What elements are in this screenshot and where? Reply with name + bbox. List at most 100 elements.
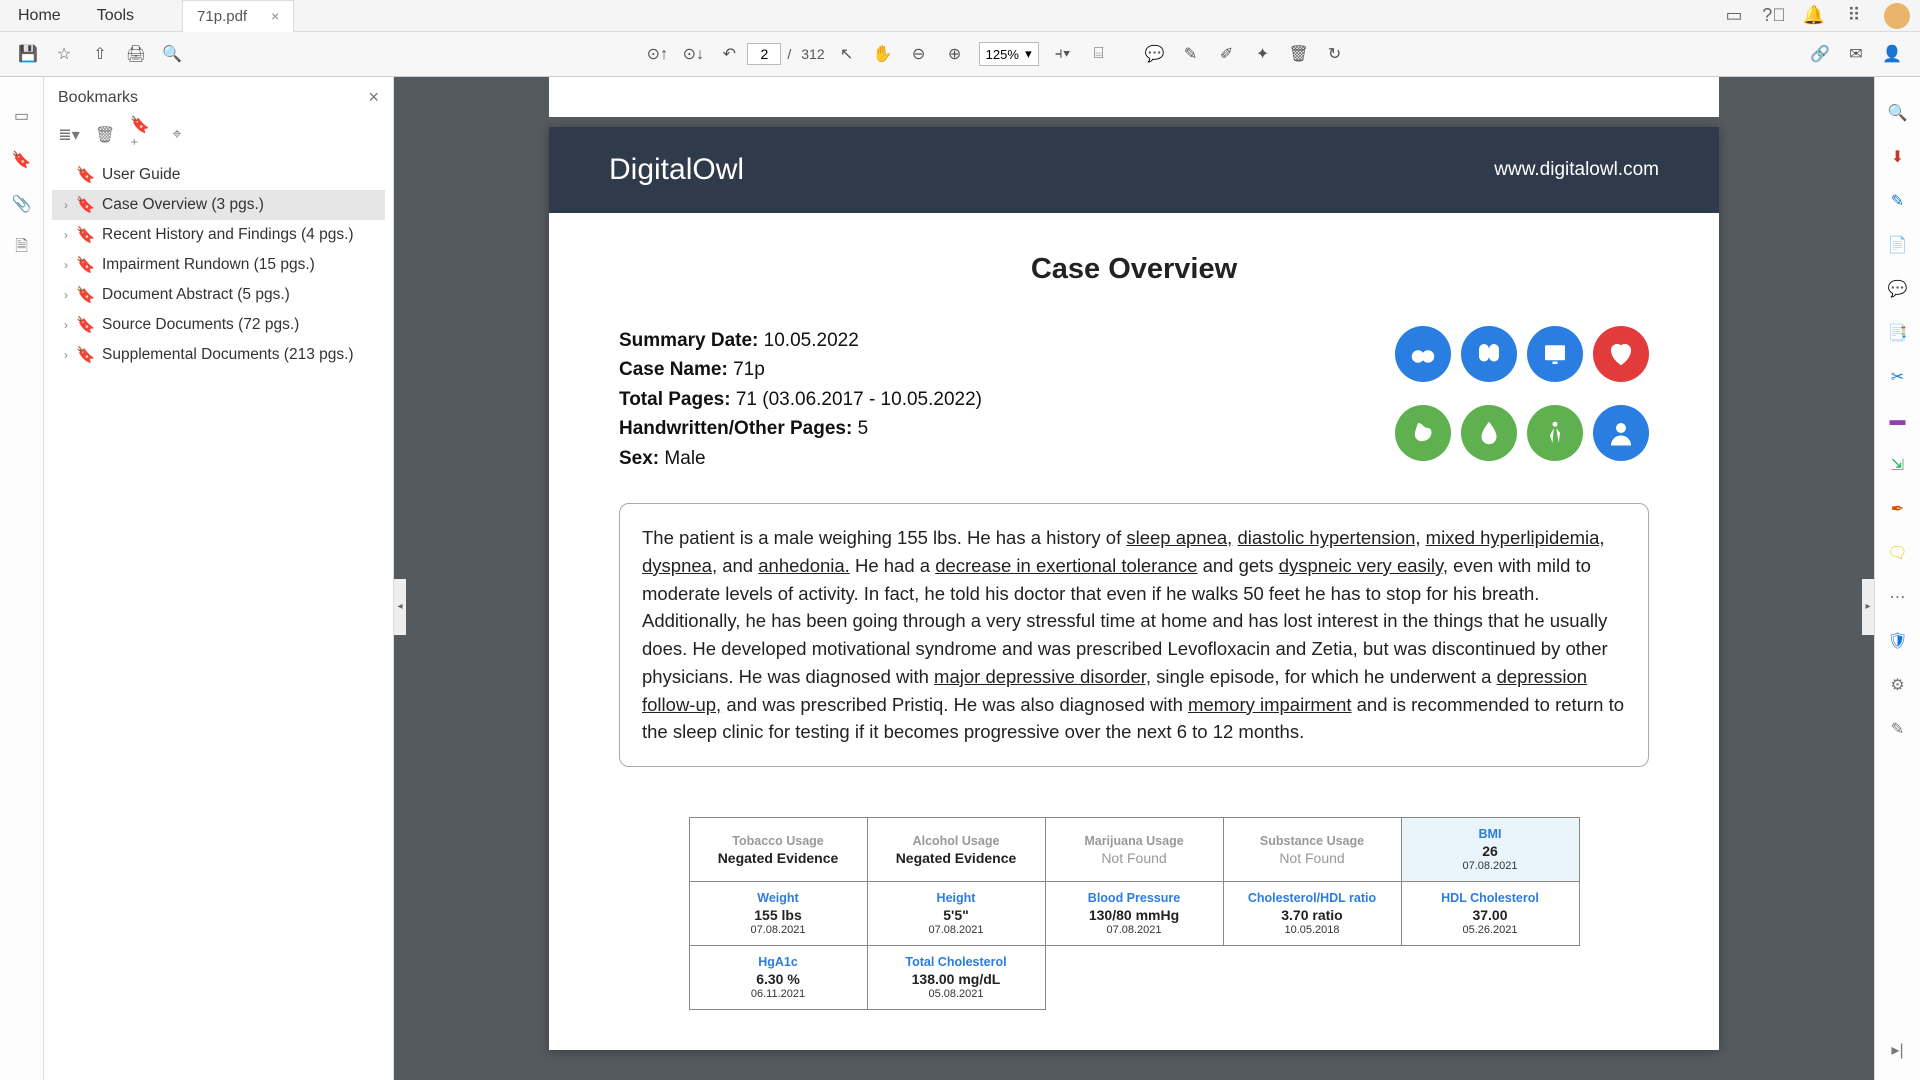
drop-icon (1461, 405, 1517, 461)
print-icon[interactable]: 🖨 (118, 36, 154, 72)
protect-icon[interactable]: 🛡 (1884, 627, 1912, 655)
export-pdf-icon[interactable]: ⬇︎ (1884, 143, 1912, 171)
left-rail: ▭ 🔖 📎 🗎 (0, 77, 44, 1080)
bookmarks-title: Bookmarks (58, 89, 138, 107)
collapse-left-icon[interactable]: ◂ (394, 579, 406, 635)
zoom-in-icon[interactable]: ⊕ (937, 36, 973, 72)
apps-icon[interactable]: ⠿ (1840, 2, 1868, 30)
tool2-icon[interactable]: ✎ (1884, 715, 1912, 743)
compress-icon[interactable]: ⇲ (1884, 451, 1912, 479)
page-total: 312 (801, 46, 824, 62)
mail-icon[interactable]: ✉ (1838, 36, 1874, 72)
bookmark-item[interactable]: ›🔖Case Overview (3 pgs.) (52, 190, 385, 220)
person-icon (1593, 405, 1649, 461)
thumbnails-icon[interactable]: ▭ (7, 101, 37, 131)
chevron-right-icon[interactable]: › (58, 348, 74, 362)
avatar[interactable] (1884, 3, 1910, 29)
refresh-icon[interactable]: ↻ (1317, 36, 1353, 72)
comment-icon[interactable]: 💬 (1137, 36, 1173, 72)
chevron-right-icon[interactable]: › (58, 288, 74, 302)
bookmark-list: 🔖User Guide›🔖Case Overview (3 pgs.)›🔖Rec… (44, 156, 393, 374)
bookmark-delete-icon[interactable]: 🗑 (94, 124, 116, 146)
help-icon[interactable]: ?⃝ (1760, 2, 1788, 30)
upload-icon[interactable]: ⇧ (82, 36, 118, 72)
read-mode-icon[interactable]: ⌸ (1081, 36, 1117, 72)
organize-icon[interactable]: ✂ (1884, 363, 1912, 391)
zoom-select[interactable]: 125%▾ (979, 42, 1039, 66)
note-icon[interactable]: 🗨 (1884, 539, 1912, 567)
comment-tool-icon[interactable]: 💬 (1884, 275, 1912, 303)
close-panel-icon[interactable]: × (368, 87, 379, 108)
expand-rail-icon[interactable]: ▸| (1884, 1036, 1912, 1064)
bookmark-item[interactable]: ›🔖Recent History and Findings (4 pgs.) (52, 220, 385, 250)
bookmark-add-icon[interactable]: 🔖⁺ (130, 124, 152, 146)
draw-icon[interactable]: ✐ (1209, 36, 1245, 72)
edit-pdf-icon[interactable]: ✎ (1884, 187, 1912, 215)
bookmark-item[interactable]: ›🔖Document Abstract (5 pgs.) (52, 280, 385, 310)
bookmark-item[interactable]: ›🔖 Impairment Rundown (15 pgs.) (52, 250, 385, 280)
more-tools-icon[interactable]: ⋯ (1884, 583, 1912, 611)
search-tool-icon[interactable]: 🔍 (1884, 99, 1912, 127)
stamp-icon[interactable]: ✦ (1245, 36, 1281, 72)
bookmarks-icon[interactable]: 🔖 (7, 145, 37, 175)
bookmark-item-label: Source Documents (72 pgs.) (102, 316, 299, 334)
bookmark-item[interactable]: 🔖User Guide (52, 160, 385, 190)
combine-icon[interactable]: 📑 (1884, 319, 1912, 347)
hand-tool-icon[interactable]: ✋ (865, 36, 901, 72)
settings-icon[interactable]: ⚙ (1884, 671, 1912, 699)
bookmark-item[interactable]: ›🔖Supplemental Documents (213 pgs.) (52, 340, 385, 370)
tools-tab[interactable]: Tools (79, 7, 152, 25)
delete-icon[interactable]: 🗑 (1281, 36, 1317, 72)
collapse-right-icon[interactable]: ▸ (1862, 579, 1874, 635)
save-icon[interactable]: 💾 (10, 36, 46, 72)
bookmark-find-icon[interactable]: ⌖ (166, 124, 188, 146)
highlight-icon[interactable]: ✎ (1173, 36, 1209, 72)
document-tab[interactable]: 71p.pdf × (182, 0, 294, 32)
page-down-icon[interactable]: ⊙↓ (675, 36, 711, 72)
case-meta: Summary Date: 10.05.2022 Case Name: 71p … (619, 326, 982, 473)
layers-icon[interactable]: 🗎 (7, 233, 37, 263)
brand-logo: DigitalOwl (609, 153, 744, 187)
redact-icon[interactable]: ▬ (1884, 407, 1912, 435)
brand-url: www.digitalowl.com (1494, 159, 1659, 181)
page-title: Case Overview (619, 253, 1649, 286)
chevron-right-icon[interactable]: › (58, 258, 74, 272)
bookmark-item-label: Case Overview (3 pgs.) (102, 196, 264, 214)
window-icon[interactable]: ▭ (1720, 2, 1748, 30)
sign-icon[interactable]: ✒ (1884, 495, 1912, 523)
chevron-right-icon[interactable]: › (58, 318, 74, 332)
close-tab-icon[interactable]: × (271, 8, 279, 24)
profile-icon[interactable]: 👤 (1874, 36, 1910, 72)
page-separator: / (787, 46, 791, 62)
page-input[interactable] (747, 43, 781, 65)
chevron-right-icon[interactable]: › (58, 198, 74, 212)
bookmark-item-icon: 🔖 (76, 256, 94, 274)
bookmarks-panel: Bookmarks × ≣▾ 🗑 🔖⁺ ⌖ 🔖User Guide›🔖Case … (44, 77, 394, 1080)
bookmark-item-label: Supplemental Documents (213 pgs.) (102, 346, 354, 364)
document-viewer[interactable]: ◂ ▸ DigitalOwl www.digitalowl.com Case O… (394, 77, 1874, 1080)
back-icon[interactable]: ↶ (711, 36, 747, 72)
chevron-right-icon[interactable]: › (58, 228, 74, 242)
bookmark-options-icon[interactable]: ≣▾ (58, 124, 80, 146)
toolbar: 💾 ☆ ⇧ 🖨 🔍 ⊙↑ ⊙↓ ↶ / 312 ↖ ✋ ⊖ ⊕ 125%▾ ⫞▾… (0, 32, 1920, 77)
create-pdf-icon[interactable]: 📄 (1884, 231, 1912, 259)
tab-bar: Home Tools 71p.pdf × ▭ ?⃝ 🔔 ⠿ (0, 0, 1920, 32)
previous-page-sliver (549, 77, 1719, 117)
lungs-icon (1395, 326, 1451, 382)
attachments-icon[interactable]: 📎 (7, 189, 37, 219)
home-tab[interactable]: Home (0, 7, 79, 25)
bell-icon[interactable]: 🔔 (1800, 2, 1828, 30)
star-icon[interactable]: ☆ (46, 36, 82, 72)
select-tool-icon[interactable]: ↖ (829, 36, 865, 72)
metrics-table: Tobacco UsageNegated Evidence Alcohol Us… (689, 817, 1580, 1010)
stomach-icon (1395, 405, 1451, 461)
search-icon[interactable]: 🔍 (154, 36, 190, 72)
bookmark-item[interactable]: ›🔖Source Documents (72 pgs.) (52, 310, 385, 340)
right-rail: 🔍 ⬇︎ ✎ 📄 💬 📑 ✂ ▬ ⇲ ✒ 🗨 ⋯ 🛡 ⚙ ✎ ▸| (1874, 77, 1920, 1080)
page-up-icon[interactable]: ⊙↑ (639, 36, 675, 72)
zoom-out-icon[interactable]: ⊖ (901, 36, 937, 72)
pdf-page: DigitalOwl www.digitalowl.com Case Overv… (549, 127, 1719, 1050)
bookmark-item-label: Impairment Rundown (15 pgs.) (102, 256, 315, 274)
link-icon[interactable]: 🔗 (1802, 36, 1838, 72)
fit-icon[interactable]: ⫞▾ (1045, 36, 1081, 72)
